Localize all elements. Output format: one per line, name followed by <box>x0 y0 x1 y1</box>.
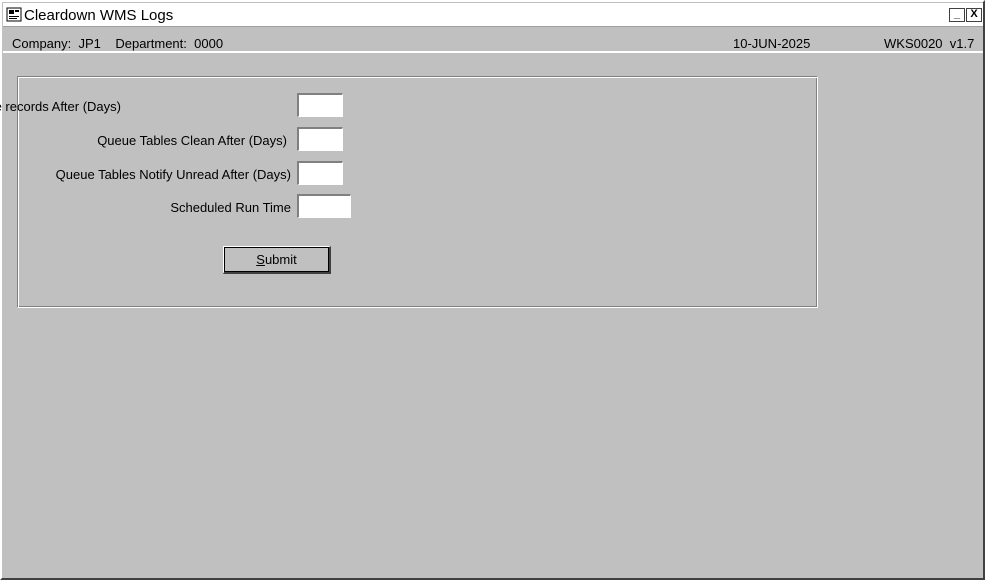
current-date: 10-JUN-2025 <box>733 36 811 51</box>
department-value: 0000 <box>194 36 224 51</box>
screen-version-info: WKS0020 v1.7 <box>884 36 974 51</box>
submit-label: ubmit <box>264 252 297 267</box>
queue-clean-input[interactable] <box>297 127 343 151</box>
company-label: Company: <box>12 36 72 51</box>
queue-clean-label: Queue Tables Clean After (Days) <box>97 133 287 148</box>
company-department-info: Company: JP1 Department: 0000 <box>12 36 223 51</box>
close-icon[interactable]: X <box>966 8 982 22</box>
company-value: JP1 <box>78 36 101 51</box>
title-bar[interactable]: Cleardown WMS Logs _ X <box>3 3 983 27</box>
version: v1.7 <box>949 36 975 51</box>
window-title: Cleardown WMS Logs <box>24 7 174 24</box>
minimize-icon[interactable]: _ <box>949 8 965 22</box>
scheduled-run-time-label: Scheduled Run Time <box>170 200 291 215</box>
form-panel: Remove records After (Days) Queue Tables… <box>0 76 818 308</box>
info-bar: Company: JP1 Department: 0000 10-JUN-202… <box>3 29 983 53</box>
submit-button[interactable]: Submit <box>223 246 331 274</box>
scheduled-run-time-input[interactable] <box>297 194 351 218</box>
queue-notify-input[interactable] <box>297 161 343 185</box>
remove-records-input[interactable] <box>297 93 343 117</box>
queue-notify-label: Queue Tables Notify Unread After (Days) <box>55 167 291 182</box>
app-window: Cleardown WMS Logs _ X Company: JP1 Depa… <box>0 0 985 580</box>
department-label: Department: <box>115 36 187 51</box>
submit-mnemonic: S <box>256 252 265 267</box>
remove-records-label: Remove records After (Days) <box>0 99 121 114</box>
screen-code: WKS0020 <box>884 36 943 51</box>
form-app-icon[interactable] <box>6 7 22 22</box>
